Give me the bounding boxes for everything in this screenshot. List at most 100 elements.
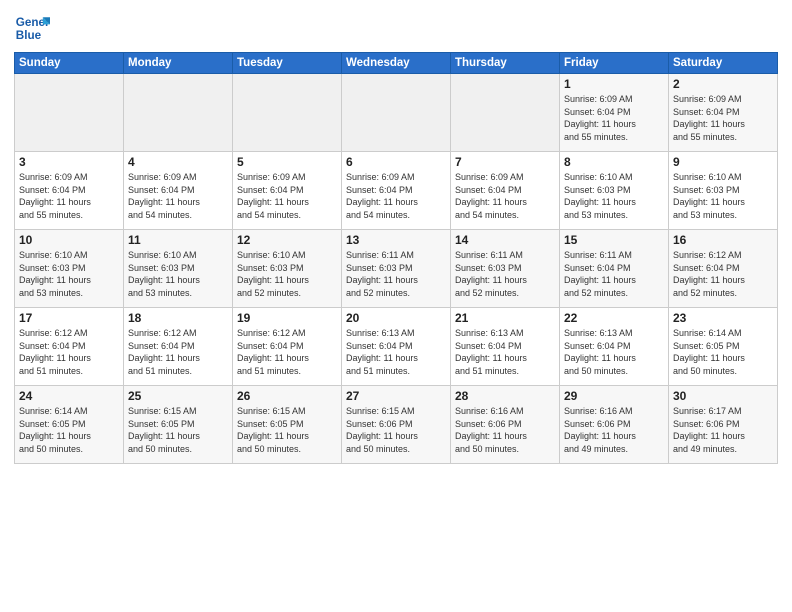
day-number: 25 bbox=[128, 389, 228, 403]
day-header-thursday: Thursday bbox=[451, 53, 560, 74]
day-header-wednesday: Wednesday bbox=[342, 53, 451, 74]
day-cell: 17 Sunrise: 6:12 AM Sunset: 6:04 PM Dayli… bbox=[15, 308, 124, 386]
day-number: 24 bbox=[19, 389, 119, 403]
day-cell bbox=[124, 74, 233, 152]
day-info: Sunrise: 6:10 AM Sunset: 6:03 PM Dayligh… bbox=[673, 171, 773, 221]
day-cell: 6 Sunrise: 6:09 AM Sunset: 6:04 PM Daylig… bbox=[342, 152, 451, 230]
header: General Blue bbox=[14, 10, 778, 46]
day-cell: 28 Sunrise: 6:16 AM Sunset: 6:06 PM Dayli… bbox=[451, 386, 560, 464]
day-info: Sunrise: 6:10 AM Sunset: 6:03 PM Dayligh… bbox=[564, 171, 664, 221]
day-info: Sunrise: 6:16 AM Sunset: 6:06 PM Dayligh… bbox=[455, 405, 555, 455]
day-number: 3 bbox=[19, 155, 119, 169]
day-number: 17 bbox=[19, 311, 119, 325]
logo-area: General Blue bbox=[14, 10, 54, 46]
day-number: 16 bbox=[673, 233, 773, 247]
day-number: 21 bbox=[455, 311, 555, 325]
day-info: Sunrise: 6:13 AM Sunset: 6:04 PM Dayligh… bbox=[455, 327, 555, 377]
day-cell: 7Sunrise: 6:09 AM Sunset: 6:04 PM Daylig… bbox=[451, 152, 560, 230]
day-number: 27 bbox=[346, 389, 446, 403]
day-info: Sunrise: 6:12 AM Sunset: 6:04 PM Dayligh… bbox=[19, 327, 119, 377]
day-info: Sunrise: 6:11 AM Sunset: 6:03 PM Dayligh… bbox=[455, 249, 555, 299]
day-info: Sunrise: 6:14 AM Sunset: 6:05 PM Dayligh… bbox=[19, 405, 119, 455]
day-info: Sunrise: 6:15 AM Sunset: 6:06 PM Dayligh… bbox=[346, 405, 446, 455]
day-info: Sunrise: 6:09 AM Sunset: 6:04 PM Dayligh… bbox=[346, 171, 446, 221]
day-info: Sunrise: 6:09 AM Sunset: 6:04 PM Dayligh… bbox=[19, 171, 119, 221]
day-number: 19 bbox=[237, 311, 337, 325]
day-info: Sunrise: 6:10 AM Sunset: 6:03 PM Dayligh… bbox=[237, 249, 337, 299]
day-info: Sunrise: 6:15 AM Sunset: 6:05 PM Dayligh… bbox=[237, 405, 337, 455]
day-cell: 4 Sunrise: 6:09 AM Sunset: 6:04 PM Daylig… bbox=[124, 152, 233, 230]
day-cell: 24 Sunrise: 6:14 AM Sunset: 6:05 PM Dayli… bbox=[15, 386, 124, 464]
day-cell: 2 Sunrise: 6:09 AM Sunset: 6:04 PM Daylig… bbox=[669, 74, 778, 152]
day-number: 5 bbox=[237, 155, 337, 169]
day-info: Sunrise: 6:13 AM Sunset: 6:04 PM Dayligh… bbox=[564, 327, 664, 377]
day-number: 12 bbox=[237, 233, 337, 247]
svg-text:Blue: Blue bbox=[16, 29, 42, 42]
day-info: Sunrise: 6:13 AM Sunset: 6:04 PM Dayligh… bbox=[346, 327, 446, 377]
day-number: 30 bbox=[673, 389, 773, 403]
day-cell: 23 Sunrise: 6:14 AM Sunset: 6:05 PM Dayli… bbox=[669, 308, 778, 386]
day-cell: 21 Sunrise: 6:13 AM Sunset: 6:04 PM Dayli… bbox=[451, 308, 560, 386]
day-cell bbox=[451, 74, 560, 152]
day-cell: 1 Sunrise: 6:09 AM Sunset: 6:04 PM Daylig… bbox=[560, 74, 669, 152]
day-info: Sunrise: 6:09 AM Sunset: 6:04 PM Dayligh… bbox=[237, 171, 337, 221]
day-number: 13 bbox=[346, 233, 446, 247]
day-info: Sunrise: 6:16 AM Sunset: 6:06 PM Dayligh… bbox=[564, 405, 664, 455]
day-header-monday: Monday bbox=[124, 53, 233, 74]
day-info: Sunrise: 6:12 AM Sunset: 6:04 PM Dayligh… bbox=[673, 249, 773, 299]
day-number: 28 bbox=[455, 389, 555, 403]
day-info: Sunrise: 6:09 AM Sunset: 6:04 PM Dayligh… bbox=[564, 93, 664, 143]
day-info: Sunrise: 6:09 AM Sunset: 6:04 PM Dayligh… bbox=[455, 171, 555, 221]
day-number: 23 bbox=[673, 311, 773, 325]
day-cell: 5 Sunrise: 6:09 AM Sunset: 6:04 PM Daylig… bbox=[233, 152, 342, 230]
day-number: 26 bbox=[237, 389, 337, 403]
day-cell: 8 Sunrise: 6:10 AM Sunset: 6:03 PM Daylig… bbox=[560, 152, 669, 230]
day-info: Sunrise: 6:17 AM Sunset: 6:06 PM Dayligh… bbox=[673, 405, 773, 455]
day-cell bbox=[342, 74, 451, 152]
day-number: 6 bbox=[346, 155, 446, 169]
day-cell: 13 Sunrise: 6:11 AM Sunset: 6:03 PM Dayli… bbox=[342, 230, 451, 308]
day-info: Sunrise: 6:12 AM Sunset: 6:04 PM Dayligh… bbox=[128, 327, 228, 377]
logo-icon: General Blue bbox=[14, 10, 50, 46]
day-header-saturday: Saturday bbox=[669, 53, 778, 74]
day-number: 10 bbox=[19, 233, 119, 247]
day-number: 18 bbox=[128, 311, 228, 325]
day-info: Sunrise: 6:10 AM Sunset: 6:03 PM Dayligh… bbox=[19, 249, 119, 299]
week-row-5: 24 Sunrise: 6:14 AM Sunset: 6:05 PM Dayli… bbox=[15, 386, 778, 464]
day-cell: 9 Sunrise: 6:10 AM Sunset: 6:03 PM Daylig… bbox=[669, 152, 778, 230]
calendar-header-row: SundayMondayTuesdayWednesdayThursdayFrid… bbox=[15, 53, 778, 74]
day-cell: 3 Sunrise: 6:09 AM Sunset: 6:04 PM Daylig… bbox=[15, 152, 124, 230]
day-cell: 16 Sunrise: 6:12 AM Sunset: 6:04 PM Dayli… bbox=[669, 230, 778, 308]
day-cell: 18 Sunrise: 6:12 AM Sunset: 6:04 PM Dayli… bbox=[124, 308, 233, 386]
day-number: 2 bbox=[673, 77, 773, 91]
week-row-2: 3 Sunrise: 6:09 AM Sunset: 6:04 PM Daylig… bbox=[15, 152, 778, 230]
day-cell: 12 Sunrise: 6:10 AM Sunset: 6:03 PM Dayli… bbox=[233, 230, 342, 308]
day-info: Sunrise: 6:10 AM Sunset: 6:03 PM Dayligh… bbox=[128, 249, 228, 299]
day-number: 11 bbox=[128, 233, 228, 247]
day-info: Sunrise: 6:09 AM Sunset: 6:04 PM Dayligh… bbox=[673, 93, 773, 143]
day-number: 14 bbox=[455, 233, 555, 247]
day-header-friday: Friday bbox=[560, 53, 669, 74]
day-cell: 14 Sunrise: 6:11 AM Sunset: 6:03 PM Dayli… bbox=[451, 230, 560, 308]
day-cell: 20Sunrise: 6:13 AM Sunset: 6:04 PM Dayli… bbox=[342, 308, 451, 386]
day-info: Sunrise: 6:09 AM Sunset: 6:04 PM Dayligh… bbox=[128, 171, 228, 221]
day-cell bbox=[233, 74, 342, 152]
day-info: Sunrise: 6:15 AM Sunset: 6:05 PM Dayligh… bbox=[128, 405, 228, 455]
day-header-tuesday: Tuesday bbox=[233, 53, 342, 74]
day-info: Sunrise: 6:11 AM Sunset: 6:03 PM Dayligh… bbox=[346, 249, 446, 299]
day-number: 22 bbox=[564, 311, 664, 325]
day-number: 29 bbox=[564, 389, 664, 403]
day-cell: 11 Sunrise: 6:10 AM Sunset: 6:03 PM Dayli… bbox=[124, 230, 233, 308]
day-info: Sunrise: 6:12 AM Sunset: 6:04 PM Dayligh… bbox=[237, 327, 337, 377]
day-cell: 15Sunrise: 6:11 AM Sunset: 6:04 PM Dayli… bbox=[560, 230, 669, 308]
day-cell: 26 Sunrise: 6:15 AM Sunset: 6:05 PM Dayli… bbox=[233, 386, 342, 464]
day-info: Sunrise: 6:11 AM Sunset: 6:04 PM Dayligh… bbox=[564, 249, 664, 299]
day-number: 9 bbox=[673, 155, 773, 169]
day-cell: 10 Sunrise: 6:10 AM Sunset: 6:03 PM Dayli… bbox=[15, 230, 124, 308]
calendar: SundayMondayTuesdayWednesdayThursdayFrid… bbox=[14, 52, 778, 464]
day-number: 4 bbox=[128, 155, 228, 169]
day-cell bbox=[15, 74, 124, 152]
day-number: 8 bbox=[564, 155, 664, 169]
day-number: 1 bbox=[564, 77, 664, 91]
day-info: Sunrise: 6:14 AM Sunset: 6:05 PM Dayligh… bbox=[673, 327, 773, 377]
